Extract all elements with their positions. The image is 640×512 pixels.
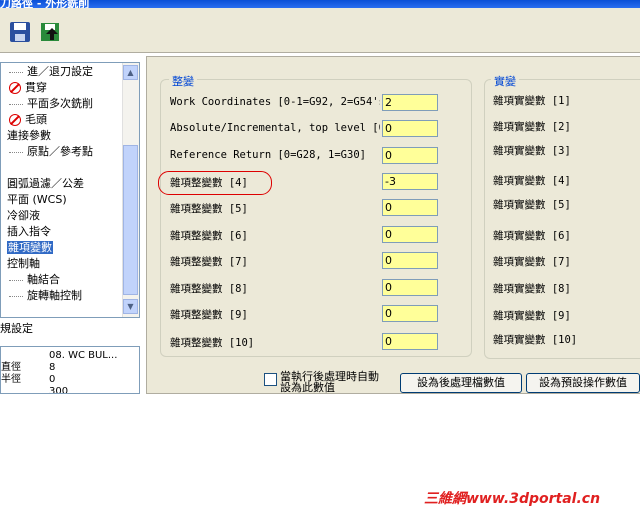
int-input-7[interactable]: 0 bbox=[382, 252, 438, 269]
int-label-4: 雜項整變數 [4] bbox=[170, 177, 248, 189]
set-default-values-button[interactable]: 設為預設操作數值 bbox=[526, 373, 640, 393]
scroll-up-icon[interactable]: ▲ bbox=[123, 65, 138, 80]
tool-properties-label: 規設定 bbox=[0, 322, 33, 335]
real-label-4: 雜項實變數 [4] bbox=[493, 175, 571, 187]
int-input-9[interactable]: 0 bbox=[382, 305, 438, 322]
real-label-8: 雜項實變數 [8] bbox=[493, 283, 571, 295]
tree-scrollbar[interactable]: ▲ ▼ bbox=[122, 63, 139, 317]
int-label-7: 雜項整變數 [7] bbox=[170, 256, 248, 268]
tree-item-tabs[interactable]: 毛頭 bbox=[9, 112, 47, 128]
int-input-6[interactable]: 0 bbox=[382, 226, 438, 243]
tree-item-misc-values[interactable]: 雜項變數 bbox=[7, 240, 53, 256]
window-title-bar: 刀路徑 - 外形銑削 bbox=[0, 0, 640, 8]
int-input-5[interactable]: 0 bbox=[382, 199, 438, 216]
real-label-5: 雜項實變數 [5] bbox=[493, 199, 571, 211]
int-label-2: Absolute/Incremental, top level [0= bbox=[170, 122, 380, 134]
int-label-1: Work Coordinates [0-1=G92, 2=G54's] bbox=[170, 96, 380, 108]
tree-item-planes-wcs[interactable]: 平面 (WCS) bbox=[7, 192, 67, 208]
int-label-9: 雜項整變數 [9] bbox=[170, 309, 248, 321]
tree-item-axis-combination[interactable]: 軸結合 bbox=[9, 272, 60, 288]
int-label-5: 雜項整變數 [5] bbox=[170, 203, 248, 215]
prop-name: 半徑 bbox=[1, 374, 21, 385]
tree-item-arc-filter-tolerance[interactable]: 圓弧過濾／公差 bbox=[7, 176, 84, 192]
int-input-4[interactable]: -3 bbox=[382, 173, 438, 190]
tree-item-rotary-axis-control[interactable]: 旋轉軸控制 bbox=[9, 288, 82, 304]
int-label-3: Reference Return [0=G28, 1=G30] bbox=[170, 149, 366, 161]
tree-item-coolant[interactable]: 冷卻液 bbox=[7, 208, 40, 224]
prop-value: 08. WC BUL... bbox=[49, 350, 118, 361]
tree-item-linking-parameters[interactable]: 連接參數 bbox=[7, 128, 51, 144]
auto-set-label: 當執行後處理時自動 設為此數值 bbox=[280, 370, 379, 394]
scroll-thumb[interactable] bbox=[123, 145, 138, 295]
real-label-9: 雜項實變數 [9] bbox=[493, 310, 571, 322]
scroll-down-icon[interactable]: ▼ bbox=[123, 299, 138, 314]
int-input-8[interactable]: 0 bbox=[382, 279, 438, 296]
disabled-icon bbox=[9, 114, 21, 126]
auto-set-checkbox[interactable] bbox=[264, 373, 277, 386]
save-icon[interactable] bbox=[8, 20, 32, 44]
int-input-2[interactable]: 0 bbox=[382, 120, 438, 137]
disabled-icon bbox=[9, 82, 21, 94]
real-label-10: 雜項實變數 [10] bbox=[493, 334, 578, 346]
set-post-values-button[interactable]: 設為後處理檔數值 bbox=[400, 373, 522, 393]
group-title: 實變 bbox=[491, 73, 519, 89]
window-title: 刀路徑 - 外形銑削 bbox=[0, 0, 90, 8]
tree-item-break-through[interactable]: 貫穿 bbox=[9, 80, 47, 96]
real-label-2: 雜項實變數 [2] bbox=[493, 121, 571, 133]
save-to-library-icon[interactable] bbox=[38, 20, 62, 44]
tree-item-multi-passes[interactable]: 平面多次銑削 bbox=[9, 96, 93, 112]
tree-item-axis-control[interactable]: 控制軸 bbox=[7, 256, 40, 272]
int-label-10: 雜項整變數 [10] bbox=[170, 337, 255, 349]
real-label-7: 雜項實變數 [7] bbox=[493, 256, 571, 268]
int-input-1[interactable]: 2 bbox=[382, 94, 438, 111]
real-label-6: 雜項實變數 [6] bbox=[493, 230, 571, 242]
tree-item-canned-text[interactable]: 插入指令 bbox=[7, 224, 51, 240]
group-title: 整變 bbox=[169, 73, 197, 89]
int-label-8: 雜項整變數 [8] bbox=[170, 283, 248, 295]
tree-item-home-reference[interactable]: 原點／參考點 bbox=[9, 144, 93, 160]
real-label-1: 雜項實變數 [1] bbox=[493, 95, 571, 107]
tree-item-lead-in-out[interactable]: 進／退刀設定 bbox=[9, 64, 93, 80]
int-label-6: 雜項整變數 [6] bbox=[170, 230, 248, 242]
parameter-tree: 進／退刀設定 貫穿 平面多次銑削 毛頭 連接參數 原點／參考點 圓弧過濾／公差 … bbox=[0, 62, 140, 318]
int-input-3[interactable]: 0 bbox=[382, 147, 438, 164]
real-label-3: 雜項實變數 [3] bbox=[493, 145, 571, 157]
watermark: 三維網www.3dportal.cn bbox=[424, 491, 601, 507]
int-input-10[interactable]: 0 bbox=[382, 333, 438, 350]
toolbar bbox=[0, 8, 640, 53]
prop-value: 300 bbox=[49, 386, 69, 394]
tool-properties-list: 08. WC BUL... 直徑 8 半徑 0 300 bbox=[0, 346, 140, 394]
